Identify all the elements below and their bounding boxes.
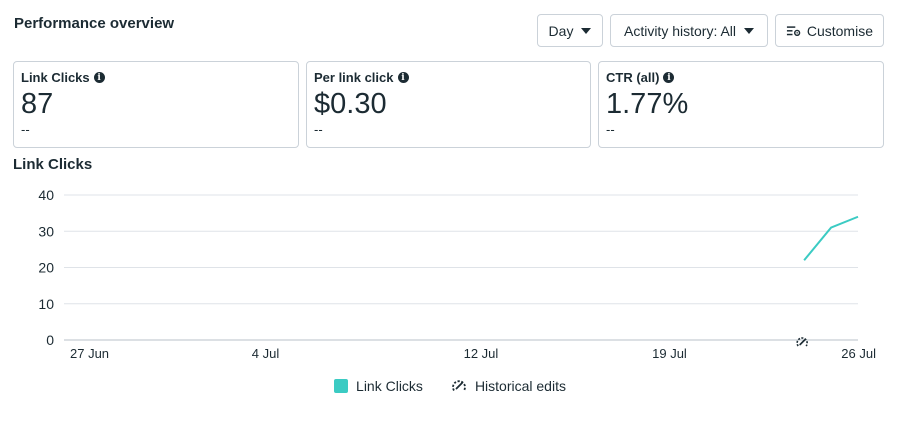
metric-comparison: --: [314, 122, 323, 137]
x-tick-label: 4 Jul: [252, 346, 280, 361]
series-line-link-clicks: [803, 215, 859, 261]
y-tick-label: 0: [46, 332, 54, 348]
info-icon[interactable]: i: [93, 72, 105, 83]
x-tick-label: 19 Jul: [652, 346, 687, 361]
chart-legend: Link Clicks Historical edits: [0, 378, 900, 394]
legend-item-historical-edits[interactable]: Historical edits: [451, 378, 566, 394]
legend-label: Link Clicks: [356, 378, 423, 394]
chart-title: Link Clicks: [13, 156, 93, 173]
caret-down-icon: [744, 27, 755, 34]
y-tick-label: 30: [38, 223, 54, 239]
metric-card-ctr: CTR (all) i 1.77% --: [598, 61, 884, 148]
day-dropdown-button[interactable]: Day: [537, 14, 603, 47]
metric-value: $0.30: [314, 88, 387, 120]
customise-button[interactable]: Customise: [775, 14, 884, 47]
x-tick-label: 27 Jun: [70, 346, 109, 361]
metric-value: 87: [21, 88, 54, 120]
x-tick-label: 26 Jul: [841, 346, 876, 361]
metric-card-link-clicks: Link Clicks i 87 --: [13, 61, 299, 148]
page-title: Performance overview: [14, 15, 175, 32]
y-tick-label: 40: [38, 187, 54, 203]
metric-card-per-link-click: Per link click i $0.30 --: [306, 61, 591, 148]
y-tick-label: 20: [38, 260, 54, 276]
legend-swatch: [334, 379, 349, 393]
legend-item-link-clicks[interactable]: Link Clicks: [334, 378, 423, 394]
day-dropdown-label: Day: [548, 22, 574, 39]
customise-label: Customise: [806, 22, 873, 39]
link-clicks-chart: 0 10 20 30 40 27 Jun 4 Jul 12 Jul 19 Jul 26 Jul: [38, 187, 876, 361]
historical-edit-marker[interactable]: [796, 337, 808, 347]
info-icon[interactable]: i: [663, 72, 675, 83]
metric-comparison: --: [606, 122, 615, 137]
metric-comparison: --: [21, 122, 30, 137]
metric-label: Link Clicks: [21, 70, 90, 85]
activity-history-dropdown-button[interactable]: Activity history: All: [610, 14, 768, 47]
legend-label: Historical edits: [474, 378, 566, 394]
x-tick-label: 12 Jul: [464, 346, 499, 361]
metric-value: 1.77%: [606, 88, 689, 120]
activity-history-label: Activity history: All: [623, 22, 737, 39]
caret-down-icon: [581, 27, 592, 34]
y-tick-label: 10: [38, 296, 54, 312]
metric-label: Per link click: [314, 70, 394, 85]
metric-label: CTR (all): [606, 70, 660, 85]
historical-edits-icon: [452, 380, 466, 391]
customise-icon: [786, 25, 801, 36]
info-icon[interactable]: i: [397, 72, 409, 83]
